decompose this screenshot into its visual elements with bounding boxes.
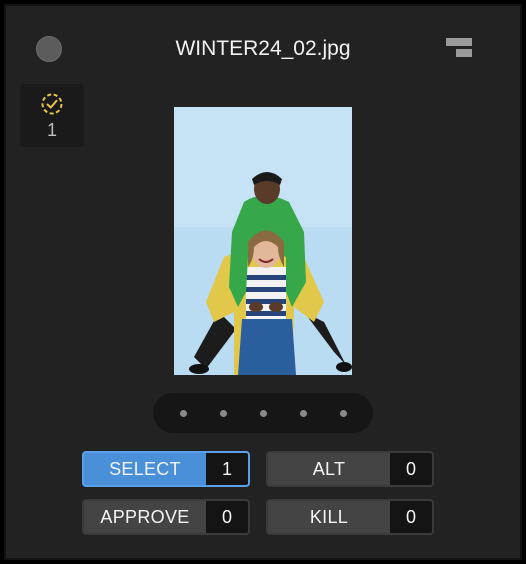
alt-button[interactable]: ALT 0: [266, 451, 434, 487]
approve-button-label: APPROVE: [100, 506, 190, 527]
select-button-label: SELECT: [109, 458, 181, 479]
kill-button[interactable]: KILL 0: [266, 499, 434, 535]
pager-dot[interactable]: [220, 410, 227, 417]
select-count: 1: [206, 453, 248, 485]
pager-dot[interactable]: [180, 410, 187, 417]
dashed-check-circle-icon: [41, 93, 63, 115]
layout-menu-icon[interactable]: [444, 36, 474, 60]
pager-dot[interactable]: [340, 410, 347, 417]
selection-count: 1: [46, 120, 57, 140]
pager-dot[interactable]: [260, 410, 267, 417]
approve-count: 0: [206, 501, 248, 533]
alt-button-label: ALT: [312, 458, 346, 479]
file-name-title: WINTER24_02.jpg: [175, 37, 351, 60]
selection-count-badge[interactable]: 1: [20, 84, 84, 147]
kill-count: 0: [390, 501, 432, 533]
pager-dot[interactable]: [300, 410, 307, 417]
select-button[interactable]: SELECT 1: [82, 451, 250, 487]
image-review-card: WINTER24_02.jpg 1 SELECT 1 ALT 0 APPROVE…: [4, 4, 522, 560]
photo-preview[interactable]: [174, 107, 352, 375]
status-toggle[interactable]: [36, 36, 62, 62]
kill-button-label: KILL: [309, 506, 349, 527]
image-pager: [153, 393, 373, 433]
photo-image: [174, 107, 352, 375]
approve-button[interactable]: APPROVE 0: [82, 499, 250, 535]
alt-count: 0: [390, 453, 432, 485]
